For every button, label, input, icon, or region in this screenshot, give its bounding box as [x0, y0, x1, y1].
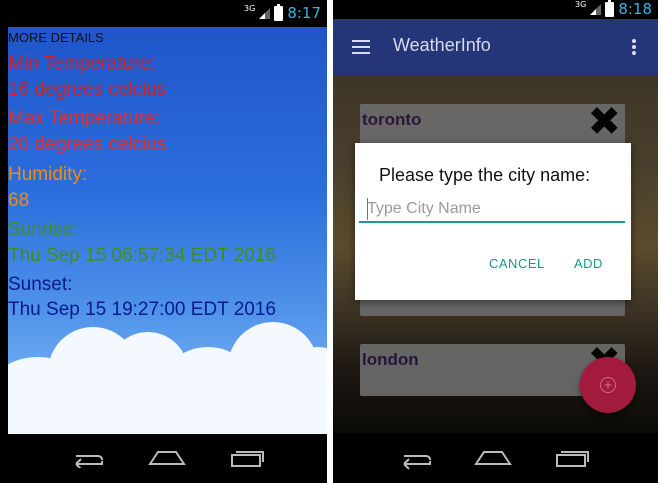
- home-icon[interactable]: [148, 446, 186, 468]
- add-icon: +: [600, 377, 616, 393]
- humidity-value: 68: [8, 190, 30, 211]
- recents-icon[interactable]: [230, 446, 266, 468]
- details-screen: MORE DETAILS Min Temperature: 16 degrees…: [8, 27, 327, 434]
- sunrise-value: Thu Sep 15 06:57:34 EDT 2016: [8, 245, 276, 266]
- cancel-button[interactable]: CANCEL: [489, 256, 545, 271]
- humidity-label: Humidity:: [8, 164, 88, 185]
- network-type: 3G: [244, 3, 256, 13]
- min-temp-label: Min Temperature:: [8, 53, 156, 74]
- app-title: WeatherInfo: [393, 35, 491, 55]
- navigation-bar: [333, 434, 658, 483]
- weather-phone: 3G 8:18 WeatherInfo toronto ✖: [333, 0, 658, 483]
- min-temp-value: 16 degrees celcius: [8, 79, 167, 100]
- app-toolbar: WeatherInfo: [333, 19, 658, 75]
- city-name-input[interactable]: [359, 197, 625, 223]
- add-city-fab[interactable]: +: [580, 357, 636, 413]
- home-icon[interactable]: [474, 446, 512, 470]
- hamburger-icon[interactable]: [352, 40, 370, 54]
- signal-icon: [590, 3, 602, 15]
- details-phone: 3G 8:17 MORE DETAILS Min Temperature: 16…: [0, 0, 327, 483]
- signal-icon: [259, 7, 271, 19]
- back-icon[interactable]: [68, 446, 106, 468]
- navigation-bar: [0, 434, 327, 483]
- add-button[interactable]: ADD: [574, 256, 603, 271]
- weather-screen: WeatherInfo toronto ✖ ✖ london ✖ Please …: [333, 19, 658, 433]
- add-city-dialog: Please type the city name: CANCEL ADD: [355, 143, 631, 300]
- details-heading: MORE DETAILS: [8, 30, 104, 45]
- clock: 8:17: [287, 4, 321, 22]
- overflow-menu-icon[interactable]: [632, 39, 636, 55]
- network-type: 3G: [575, 0, 587, 9]
- clock: 8:18: [618, 0, 652, 18]
- dialog-title: Please type the city name:: [379, 165, 591, 185]
- sunset-label: Sunset:: [8, 274, 73, 295]
- status-bar: 3G 8:18: [333, 0, 658, 19]
- text-caret: [367, 198, 368, 220]
- max-temp-value: 20 degrees celcius: [8, 134, 167, 155]
- recents-icon[interactable]: [555, 446, 591, 470]
- sunrise-label: Sunrise:: [8, 219, 78, 240]
- back-icon[interactable]: [396, 446, 434, 470]
- sunset-value: Thu Sep 15 19:27:00 EDT 2016: [8, 299, 276, 320]
- battery-icon: [605, 0, 615, 17]
- max-temp-label: Max Temperature:: [8, 108, 161, 129]
- battery-icon: [274, 3, 284, 21]
- status-bar: 3G 8:17: [0, 0, 327, 26]
